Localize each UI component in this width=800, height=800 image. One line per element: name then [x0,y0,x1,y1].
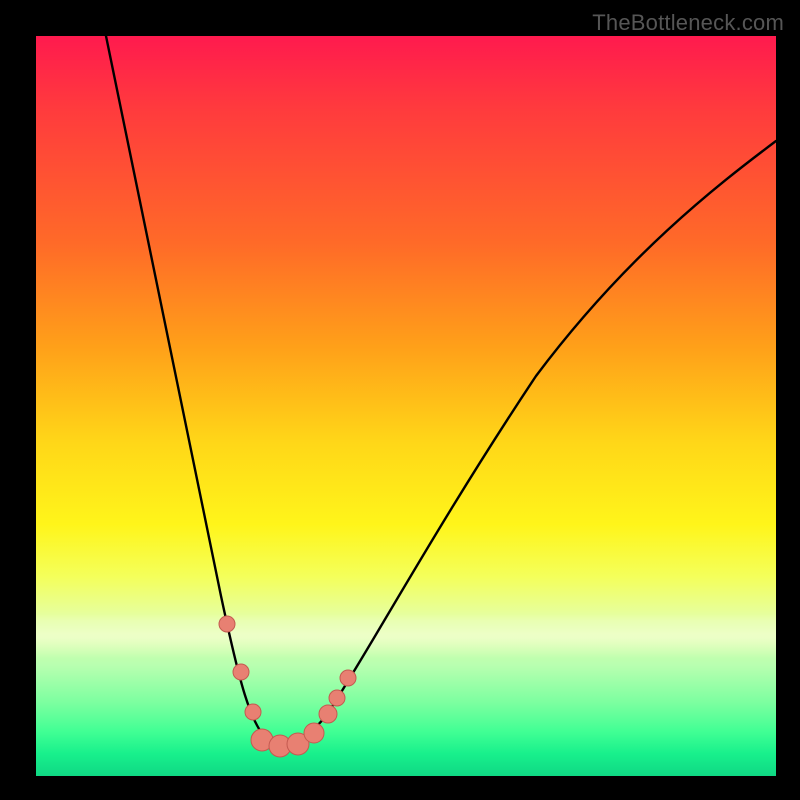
watermark-text: TheBottleneck.com [592,10,784,36]
gradient-background [36,36,776,776]
chart-container: TheBottleneck.com [0,0,800,800]
